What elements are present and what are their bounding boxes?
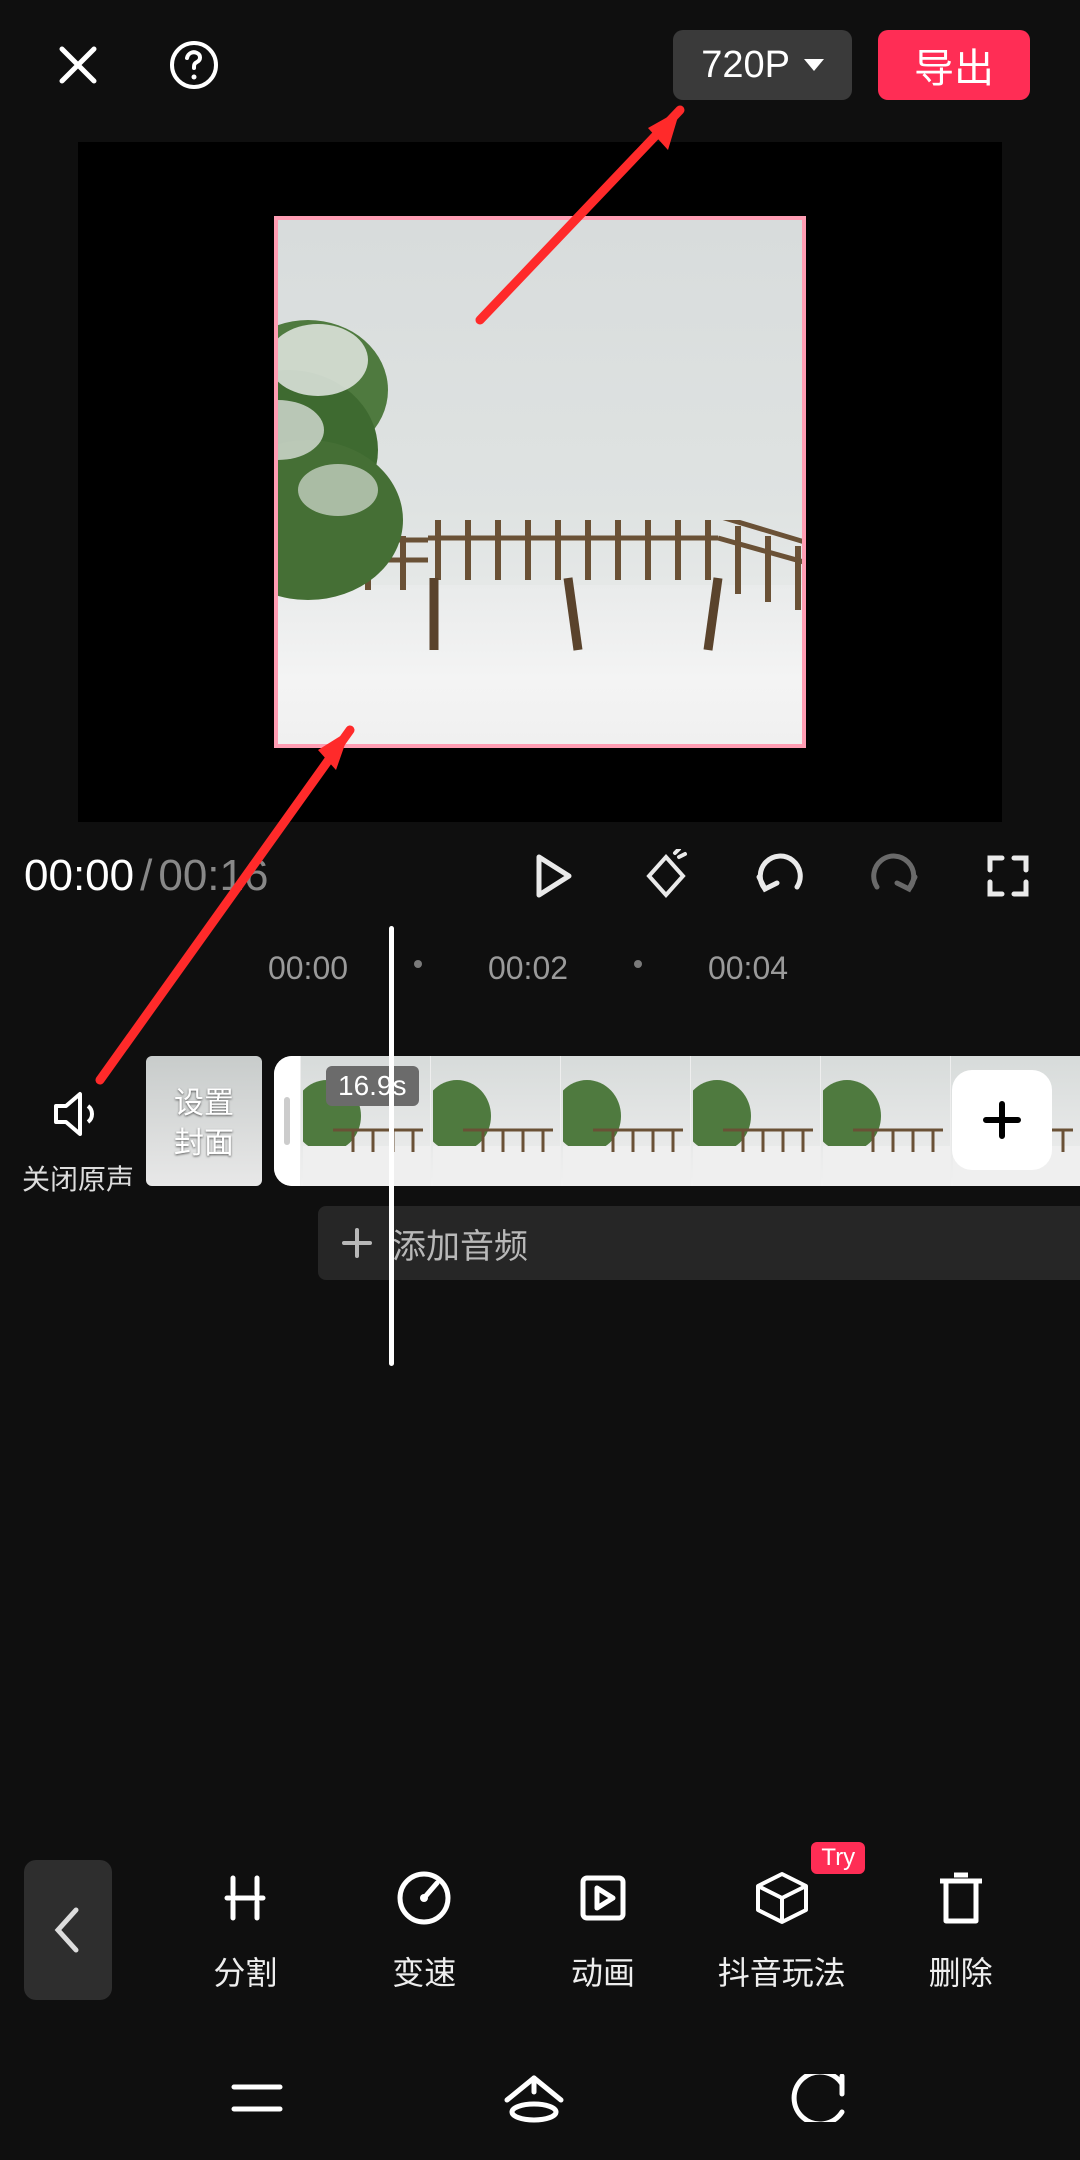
cube-icon — [750, 1866, 814, 1930]
mute-original-sound[interactable]: 关闭原声 — [18, 1086, 138, 1198]
canvas-frame — [274, 216, 806, 748]
help-icon[interactable] — [166, 37, 222, 93]
export-label: 导出 — [914, 36, 994, 94]
add-clip-button[interactable] — [952, 1070, 1052, 1170]
clip-trim-handle-left[interactable] — [274, 1056, 300, 1186]
resolution-label: 720P — [701, 44, 790, 87]
split-icon — [213, 1866, 277, 1930]
ruler-label: 00:02 — [488, 950, 568, 987]
playback-time: 00:00/00:16 — [24, 851, 268, 901]
video-preview[interactable] — [78, 142, 1002, 822]
add-audio-label: 添加音频 — [392, 1219, 528, 1268]
ruler-dot — [414, 960, 422, 968]
nav-recent[interactable] — [228, 2077, 286, 2124]
total-time: 00:16 — [158, 851, 268, 900]
nav-back[interactable] — [782, 2074, 852, 2127]
tool-label: 删除 — [929, 1948, 993, 1994]
add-audio-track[interactable]: 添加音频 — [318, 1206, 1080, 1280]
resolution-button[interactable]: 720P — [673, 30, 852, 100]
redo-button[interactable] — [864, 846, 924, 906]
tool-douyin-effects[interactable]: Try 抖音玩法 — [692, 1866, 871, 1994]
toolbar-back-button[interactable] — [24, 1860, 112, 2000]
tool-delete[interactable]: 删除 — [871, 1866, 1050, 1994]
current-time: 00:00 — [24, 851, 134, 900]
clip-duration-badge: 16.9s — [326, 1066, 419, 1106]
play-button[interactable] — [522, 846, 582, 906]
nav-home[interactable] — [501, 2072, 567, 2129]
tool-label: 变速 — [392, 1948, 456, 1994]
set-cover-button[interactable]: 设置封面 — [146, 1056, 262, 1186]
fullscreen-button[interactable] — [978, 846, 1038, 906]
tool-label: 分割 — [213, 1948, 277, 1994]
tool-animation[interactable]: 动画 — [514, 1866, 693, 1994]
tool-label: 抖音玩法 — [718, 1948, 846, 1994]
tool-split[interactable]: 分割 — [156, 1866, 335, 1994]
mute-label: 关闭原声 — [18, 1158, 138, 1198]
playhead[interactable] — [389, 926, 394, 1366]
edit-toolbar: 分割 变速 动画 Try 抖音玩法 删除 — [0, 1830, 1080, 2030]
timeline-ruler[interactable]: 00:00 00:02 00:04 — [0, 938, 1080, 992]
try-badge: Try — [811, 1842, 865, 1874]
speaker-icon — [50, 1086, 106, 1142]
tool-speed[interactable]: 变速 — [335, 1866, 514, 1994]
ruler-label: 00:04 — [708, 950, 788, 987]
caret-down-icon — [804, 59, 824, 71]
close-icon[interactable] — [50, 37, 106, 93]
ruler-dot — [634, 960, 642, 968]
tool-label: 动画 — [571, 1948, 635, 1994]
speed-icon — [392, 1866, 456, 1930]
export-button[interactable]: 导出 — [878, 30, 1030, 100]
undo-button[interactable] — [750, 846, 810, 906]
animation-icon — [571, 1866, 635, 1930]
ruler-label: 00:00 — [268, 950, 348, 987]
android-nav-bar — [0, 2040, 1080, 2160]
cover-label: 设置封面 — [146, 1084, 262, 1164]
keyframe-button[interactable] — [636, 846, 696, 906]
trash-icon — [929, 1866, 993, 1930]
